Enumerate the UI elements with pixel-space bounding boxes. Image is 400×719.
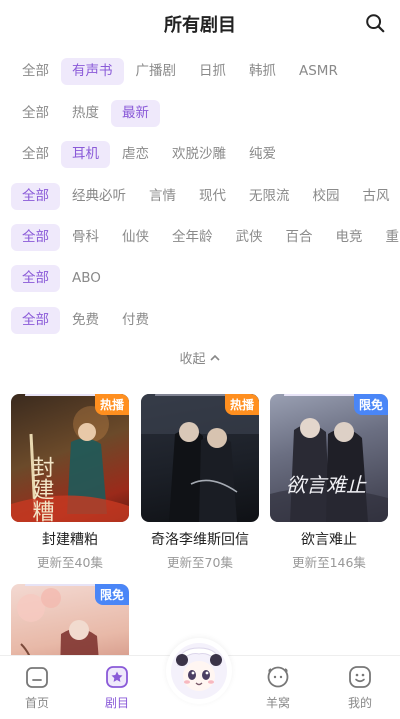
filter-chip[interactable]: ASMR — [288, 58, 349, 85]
drama-cover: 欲言难止 限免 — [270, 394, 388, 522]
filter-chip[interactable]: 言情 — [138, 183, 187, 210]
filter-chip[interactable]: 全部 — [11, 100, 60, 127]
tab-dramas[interactable]: 剧目 — [87, 664, 147, 711]
tab-label: 羊窝 — [265, 696, 290, 710]
drama-title: 奇洛李维斯回信 — [151, 532, 249, 548]
drama-card[interactable]: 封建糟粕 热播 封建糟粕 更新至40集 — [11, 394, 129, 571]
filter-row-mood: 全部 耳机 虐恋 欢脱沙雕 纯爱 — [11, 141, 400, 169]
tab-label: 剧目 — [104, 696, 129, 710]
filter-chip[interactable]: 全部 — [11, 224, 60, 251]
filter-chip[interactable]: 付费 — [111, 307, 160, 334]
drama-cover: 热播 — [141, 394, 259, 522]
filter-row-theme: 全部 骨科 仙侠 全年龄 武侠 百合 电竞重 — [11, 224, 400, 252]
filter-chip[interactable]: 武侠 — [225, 224, 274, 251]
filter-row-setting: 全部 ABO — [11, 265, 400, 293]
filter-chip[interactable]: 欢脱沙雕 — [161, 141, 237, 168]
filter-chip[interactable]: 仙侠 — [111, 224, 160, 251]
filter-chip[interactable]: 日抓 — [188, 58, 237, 85]
drama-cover: 封建糟粕 热播 — [11, 394, 129, 522]
drama-episodes: 更新至40集 — [37, 555, 103, 570]
chevron-up-icon — [209, 354, 220, 361]
filter-chip[interactable]: 全年龄 — [161, 224, 224, 251]
home-icon — [26, 667, 48, 688]
drama-episodes: 更新至146集 — [292, 555, 366, 570]
filter-chip[interactable]: 免费 — [61, 307, 110, 334]
drama-title: 欲言难止 — [301, 532, 357, 548]
filter-chip[interactable]: 韩抓 — [238, 58, 287, 85]
filter-chip[interactable]: 经典必听 — [61, 183, 137, 210]
sheep-icon — [267, 666, 289, 688]
filter-chip[interactable]: 重 — [375, 224, 400, 251]
filter-chip[interactable]: ABO — [61, 265, 112, 292]
filter-chip[interactable]: 有声书 — [61, 58, 124, 85]
filter-row-sort: 全部 热度 最新 — [11, 100, 400, 128]
top-bar: 所有剧目 — [0, 0, 400, 46]
filter-chip[interactable]: 现代 — [188, 183, 237, 210]
filter-chip[interactable]: 骨科 — [61, 224, 110, 251]
filter-chip[interactable]: 虐恋 — [111, 141, 160, 168]
drama-card[interactable]: 欲言难止 限免 欲言难止 更新至146集 — [270, 394, 388, 571]
tab-home[interactable]: 首页 — [7, 664, 67, 711]
collapse-label: 收起 — [179, 352, 206, 367]
filter-row-category: 全部 有声书 广播剧 日抓 韩抓 ASMR — [11, 58, 400, 86]
tab-label: 首页 — [24, 696, 49, 710]
filter-chip[interactable]: 全部 — [11, 307, 60, 334]
tab-label: 我的 — [347, 696, 372, 710]
filter-chip[interactable]: 古风 — [352, 183, 400, 210]
tab-mascot[interactable] — [166, 638, 232, 704]
page-title: 所有剧目 — [164, 15, 236, 36]
filter-chip[interactable]: 全部 — [11, 183, 60, 210]
status-badge: 限免 — [353, 394, 388, 415]
filter-chip[interactable]: 无限流 — [238, 183, 301, 210]
status-badge: 热播 — [224, 394, 259, 415]
filter-chip[interactable]: 全部 — [11, 265, 60, 292]
filter-chip[interactable]: 纯爱 — [238, 141, 287, 168]
smile-icon — [349, 666, 371, 688]
filter-chip[interactable]: 最新 — [111, 100, 160, 127]
drama-title: 封建糟粕 — [42, 532, 98, 548]
filter-row-genre: 全部 经典必听 言情 现代 无限流 校园 古风 — [11, 183, 400, 211]
filter-chip[interactable]: 校园 — [302, 183, 351, 210]
drama-episodes: 更新至70集 — [167, 555, 233, 570]
filter-chip[interactable]: 电竞 — [325, 224, 374, 251]
star-icon — [106, 666, 128, 688]
filter-chip[interactable]: 全部 — [11, 58, 60, 85]
status-badge: 热播 — [94, 394, 129, 415]
filter-chip[interactable]: 百合 — [275, 224, 324, 251]
cover-art-title: 欲言难止 — [286, 473, 367, 497]
cover-art-title: 封建糟粕 — [29, 456, 55, 522]
filter-chip[interactable]: 热度 — [61, 100, 110, 127]
mascot-avatar — [171, 643, 227, 699]
status-badge: 限免 — [94, 584, 129, 605]
collapse-filters-button[interactable]: 收起 — [0, 348, 400, 367]
filter-chip[interactable]: 耳机 — [61, 141, 110, 168]
tab-community[interactable]: 羊窝 — [248, 664, 308, 711]
search-icon[interactable] — [364, 12, 386, 34]
bottom-tab-bar: 首页 剧目 羊窝 我的 — [0, 638, 400, 719]
tab-profile[interactable]: 我的 — [330, 664, 390, 711]
filter-chip[interactable]: 广播剧 — [125, 58, 188, 85]
filter-chip[interactable]: 全部 — [11, 141, 60, 168]
drama-card[interactable]: 热播 奇洛李维斯回信 更新至70集 — [141, 394, 259, 571]
filter-row-price: 全部 免费 付费 — [11, 307, 400, 335]
